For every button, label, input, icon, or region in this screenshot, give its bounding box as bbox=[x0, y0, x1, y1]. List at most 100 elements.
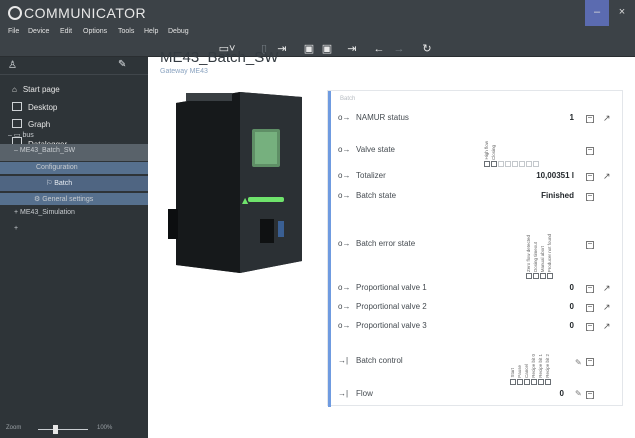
valve-state-bits: High flow Closing bbox=[484, 129, 564, 167]
menu-tools[interactable]: Tools bbox=[118, 28, 134, 35]
trend-icon[interactable]: ↗ bbox=[603, 171, 611, 182]
row-value: 0 bbox=[569, 302, 574, 311]
app-title: COMMUNICATOR bbox=[24, 5, 147, 21]
user-icon[interactable]: ♙ bbox=[8, 60, 17, 71]
table-icon[interactable] bbox=[586, 391, 594, 399]
row-value: 0 bbox=[569, 321, 574, 330]
collapse-icon: – bbox=[14, 147, 18, 154]
table-icon[interactable] bbox=[586, 323, 594, 331]
row-batch-error-state: o→ Batch error state Zero flow detected … bbox=[328, 209, 624, 281]
table-icon[interactable] bbox=[586, 285, 594, 293]
row-label: Batch error state bbox=[356, 239, 416, 248]
bit-toggle[interactable] bbox=[510, 379, 516, 385]
sidebar-item-desktop[interactable]: Desktop bbox=[12, 102, 57, 112]
row-label: Batch state bbox=[356, 191, 397, 200]
menu-debug[interactable]: Debug bbox=[168, 28, 189, 35]
bit-box bbox=[484, 161, 490, 167]
expand-icon: + bbox=[14, 209, 19, 216]
zoom-slider-thumb[interactable] bbox=[53, 425, 58, 434]
bit-toggle[interactable] bbox=[524, 379, 530, 385]
trend-icon[interactable]: ↗ bbox=[603, 283, 611, 294]
table-icon[interactable] bbox=[586, 304, 594, 312]
edit-pencil-icon[interactable]: ✎ bbox=[575, 358, 582, 367]
table-icon[interactable] bbox=[586, 358, 594, 366]
menu-device[interactable]: Device bbox=[28, 28, 49, 35]
row-batch-state: o→ Batch state Finished bbox=[328, 191, 624, 205]
batch-control-bits: Start Pause Cancel Recipe bit 0 Recipe b… bbox=[510, 338, 560, 385]
tree-item-gateway[interactable]: + bbox=[0, 223, 148, 237]
menu-file[interactable]: File bbox=[8, 28, 19, 35]
page-title: ME43_Batch_SW bbox=[160, 49, 279, 66]
bit-toggle[interactable] bbox=[531, 379, 537, 385]
refresh-icon[interactable]: ↻ bbox=[420, 42, 434, 56]
row-batch-control: →| Batch control Start Pause Cancel Reci… bbox=[328, 338, 624, 386]
row-value: 0 bbox=[569, 283, 574, 292]
output-arrow-icon: o→ bbox=[338, 191, 351, 200]
bit-toggle[interactable] bbox=[517, 379, 523, 385]
graph-icon bbox=[12, 119, 22, 128]
bit-toggle[interactable] bbox=[545, 379, 551, 385]
bit-box bbox=[491, 161, 497, 167]
close-button[interactable]: × bbox=[610, 0, 634, 26]
tree-item-device[interactable]: – ME43_Batch_SW bbox=[0, 144, 148, 161]
bit-label: Closing bbox=[491, 144, 496, 160]
menu-options[interactable]: Options bbox=[83, 28, 107, 35]
bit-label: Cancel bbox=[524, 363, 529, 378]
svg-text:▲: ▲ bbox=[242, 196, 249, 205]
bit-label: High flow bbox=[484, 141, 489, 160]
tree-item-batch[interactable]: ⚐ Batch bbox=[0, 176, 148, 191]
output-arrow-icon: o→ bbox=[338, 321, 351, 330]
upload-icon[interactable]: ⇥ bbox=[346, 42, 358, 56]
trend-icon[interactable]: ↗ bbox=[603, 302, 611, 313]
sidebar: ♙ ✎ ⌂Start page Desktop Graph Datalogger… bbox=[0, 57, 148, 438]
output-arrow-icon: o→ bbox=[338, 113, 351, 122]
row-label: Batch control bbox=[356, 356, 403, 365]
bit-label: Pause bbox=[517, 365, 522, 378]
bit-label: Dosing timeout bbox=[533, 241, 538, 272]
collapse-icon: – bbox=[8, 132, 12, 139]
panel-header: Batch bbox=[340, 96, 356, 102]
bit-box bbox=[519, 161, 525, 167]
table-icon[interactable] bbox=[586, 147, 594, 155]
input-arrow-icon: →| bbox=[338, 389, 349, 398]
screen-alt-icon[interactable]: ▣ bbox=[320, 42, 334, 56]
row-valve-state: o→ Valve state High flow Closing bbox=[328, 129, 624, 169]
sidebar-item-graph[interactable]: Graph bbox=[12, 119, 50, 129]
edit-pencil-icon[interactable]: ✎ bbox=[575, 389, 582, 398]
bit-box bbox=[526, 161, 532, 167]
screen-icon[interactable]: ▣ bbox=[302, 42, 316, 56]
zoom-slider[interactable] bbox=[38, 429, 88, 430]
table-icon[interactable] bbox=[586, 193, 594, 201]
row-value: 1 bbox=[569, 113, 574, 122]
trend-icon[interactable]: ↗ bbox=[603, 321, 611, 332]
output-arrow-icon: o→ bbox=[338, 302, 351, 311]
tree-item-bus[interactable]: – ▭ bus bbox=[0, 131, 148, 141]
bus-icon: ▭ bbox=[13, 132, 21, 139]
edit-icon[interactable]: ✎ bbox=[118, 59, 126, 70]
forward-arrow-icon: → bbox=[393, 43, 405, 55]
tree-item-general-settings[interactable]: ⚙ General settings bbox=[0, 193, 148, 205]
bit-box bbox=[505, 161, 511, 167]
app-logo: COMMUNICATOR bbox=[8, 5, 146, 21]
row-value: Finished bbox=[541, 191, 574, 200]
bit-box bbox=[512, 161, 518, 167]
table-icon[interactable] bbox=[586, 173, 594, 181]
tree-item-simulation[interactable]: + ME43_Simulation bbox=[0, 207, 148, 221]
table-icon[interactable] bbox=[586, 115, 594, 123]
minimize-button[interactable]: – bbox=[585, 0, 609, 26]
sidebar-item-start-page[interactable]: ⌂ Start page bbox=[12, 85, 60, 94]
menu-edit[interactable]: Edit bbox=[60, 28, 72, 35]
row-label: NAMUR status bbox=[356, 113, 409, 122]
device-image: ▲ bbox=[168, 92, 302, 273]
output-arrow-icon: o→ bbox=[338, 239, 351, 248]
bit-label: Recipe bit 0 bbox=[531, 354, 536, 378]
menu-help[interactable]: Help bbox=[144, 28, 158, 35]
table-icon[interactable] bbox=[586, 241, 594, 249]
toolbar: ▭˅ ▯ ⇥ ▣ ▣ ⇥ ← → ↻ bbox=[0, 41, 635, 57]
trend-icon[interactable]: ↗ bbox=[603, 113, 611, 124]
batch-values-panel: Batch o→ NAMUR status 1 ↗ o→ Valve state… bbox=[327, 90, 624, 407]
bit-toggle[interactable] bbox=[538, 379, 544, 385]
tree-item-configuration[interactable]: Configuration bbox=[0, 162, 148, 174]
back-arrow-icon[interactable]: ← bbox=[372, 42, 386, 56]
output-arrow-icon: o→ bbox=[338, 171, 351, 180]
